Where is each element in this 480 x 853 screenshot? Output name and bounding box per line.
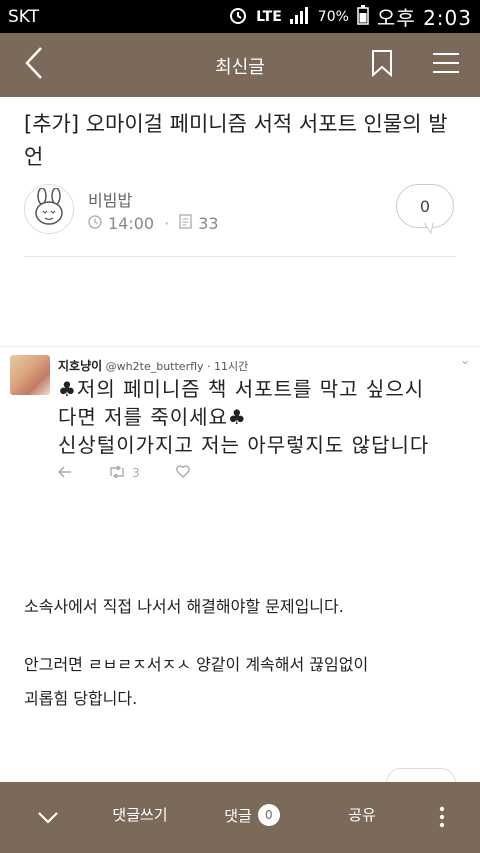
vertical-dots-icon [439,806,445,832]
tweet-embed: 지호냥이 @wh2te_butterfly · 11시간 ⌄ ♣저의 페미니즘 … [0,346,480,494]
author-name[interactable]: 비빔밥 [88,187,132,211]
back-button[interactable] [14,43,54,87]
comment-count: 0 [419,196,431,216]
bottom-toolbar: 댓글쓰기 댓글 0 공유 [0,782,480,853]
write-comment-button[interactable]: 댓글쓰기 [100,804,180,825]
comments-label: 댓글 [224,806,252,825]
page-title: 최신글 [215,57,265,78]
tweet-avatar [10,355,50,395]
battery-label: 70% [317,8,349,25]
post-meta: 14:00 · 33 [88,214,219,233]
signal-icon [289,6,310,28]
avatar[interactable] [24,184,74,234]
bunny-avatar-icon [32,187,66,230]
body-line: 괴롭힘 당합니다. [24,689,138,708]
comment-count-badge: 0 [257,804,280,826]
retweet-group: 3 [108,464,140,481]
clock: 오후 2:03 [376,6,472,30]
meta-separator: · [164,214,170,233]
tweet-age: 11시간 [214,360,249,373]
network-label: LTE [256,8,282,25]
menu-button[interactable] [424,45,468,85]
battery-icon [357,4,369,29]
post-time: 14:00 [108,214,155,233]
app-bar: 최신글 [0,33,480,97]
views-icon [179,214,192,233]
tweet-line: ♣저의 페미니즘 책 서포트를 막고 싶으시 [58,377,425,401]
chevron-down-icon: ⌄ [460,353,471,367]
share-button[interactable]: 공유 [332,804,392,825]
comment-count-bubble[interactable]: 0 [396,184,454,235]
retweet-icon [108,464,126,481]
author-row: 비빔밥 14:00 · 33 0 [24,184,464,244]
bookmark-button[interactable] [362,45,402,85]
post-title: [추가] 오마이걸 페미니즘 서적 서포트 인물의 발언 [24,112,448,169]
alarm-icon [228,5,248,29]
back-arrow-icon [23,46,45,84]
tweet-actions: 3 [57,464,190,481]
tweet-line: 다면 저를 죽이세요♣ [58,405,247,429]
tweet-display-name: 지호냥이 [58,359,103,373]
body-paragraph: 소속사에서 직접 나서서 해결해야할 문제입니다. [24,597,344,616]
more-options-button[interactable] [428,802,456,836]
chevron-down-icon [37,810,59,829]
tweet-text: ♣저의 페미니즘 책 서포트를 막고 싶으시 다면 저를 죽이세요♣ 신상털이가… [58,375,476,459]
speech-tail-icon [423,223,434,235]
carrier-label: SKT [8,6,40,27]
status-bar: SKT LTE 70% 오후 2:03 [0,0,480,33]
body-line: 안그러면 ㄹㅂㄹㅈ서ㅈㅅ 양같이 계속해서 끊임없이 [24,655,369,674]
divider [24,256,456,257]
like-icon [175,465,190,481]
body-paragraph: 안그러면 ㄹㅂㄹㅈ서ㅈㅅ 양같이 계속해서 끊임없이 괴롭힘 당합니다. [24,648,464,716]
clock-icon [88,214,102,233]
tweet-handle: @wh2te_butterfly [105,360,204,373]
view-count: 33 [198,214,219,233]
tweet-header: 지호냥이 @wh2te_butterfly · 11시간 [58,359,249,373]
hamburger-menu-icon [433,52,459,78]
collapse-button[interactable] [30,804,66,834]
comments-button[interactable]: 댓글 0 [212,804,292,826]
bookmark-icon [371,49,393,81]
tweet-line: 신상털이가지고 저는 아무렇지도 않답니다 [58,433,430,457]
retweet-count: 3 [132,466,140,480]
reply-icon [57,465,72,481]
